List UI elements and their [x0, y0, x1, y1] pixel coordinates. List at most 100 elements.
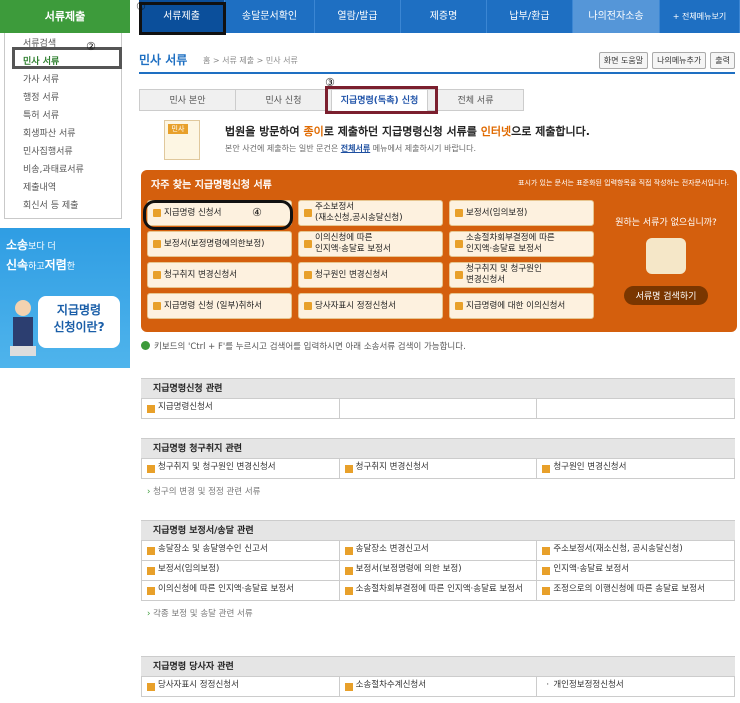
freq-btn-ordered-correction[interactable]: 보정서(보정명령에의한보정) [147, 231, 292, 257]
doc-link[interactable]: 주소보정서(재소신청, 공시송달신청) [537, 541, 735, 561]
doc-link[interactable]: 조정으로의 이행신청에 따른 송달료 보정서 [537, 581, 735, 601]
search-document-button[interactable]: 서류명 검색하기 [623, 286, 709, 305]
notice-text-paper: 종이 [303, 125, 324, 138]
doc-link[interactable]: 청구취지 및 청구원인 변경신청서 [142, 459, 340, 479]
banner-bubble-line2: 신청이란? [53, 320, 105, 334]
banner-word-suffix: 한 [66, 262, 76, 272]
freq-btn-withdrawal[interactable]: 지급명령 신청 (일부)취하서 [147, 293, 292, 319]
annotation-1: ① [136, 0, 146, 13]
section-title: 지급명령 당사자 관련 [141, 656, 735, 676]
doc-link[interactable]: 보정서(보정명령에 의한 보정) [339, 561, 538, 581]
section-table: 지급명령신청서 [141, 398, 735, 419]
doc-link[interactable]: 인지액·송달료 보정서 [537, 561, 735, 581]
notice-sub-b: 메뉴에서 제출하시기 바랍니다. [370, 144, 477, 153]
sidebar-item-family[interactable]: 가사 서류 [5, 71, 121, 89]
highlight-box-2 [12, 47, 122, 69]
tab-civil-main[interactable]: 민사 본안 [139, 89, 236, 111]
doc-link[interactable]: 송달장소 및 송달영수인 신고서 [142, 541, 340, 561]
freq-btn-referral-fee-correction[interactable]: 소송절차회부결정에 따른 인지액·송달료 보정서 [449, 231, 594, 257]
hint-icon [141, 341, 150, 350]
empty-cell [537, 399, 735, 419]
section-party: 지급명령 당사자 관련 당사자표시 정정신청서 소송절차수계신청서 개인정보정정… [141, 656, 735, 697]
search-hint-text: 키보드의 'Ctrl + F'를 누르시고 검색어를 입력하시면 아래 소송서류… [154, 342, 466, 352]
sidebar-item-history[interactable]: 제출내역 [5, 179, 121, 197]
doc-link[interactable]: 청구원인 변경신청서 [537, 459, 735, 479]
banner-word-lawsuit: 소송 [6, 238, 29, 252]
freq-btn-purport-and-cause-change[interactable]: 청구취지 및 청구원인 변경신청서 [449, 262, 594, 288]
annotation-3: ③ [325, 76, 335, 89]
sidebar-item-reply[interactable]: 회신서 등 제출 [5, 197, 121, 215]
notice-text-internet: 인터넷 [480, 125, 512, 138]
doc-link[interactable]: 소송절차수계신청서 [339, 677, 538, 697]
doc-link[interactable]: 지급명령신청서 [142, 399, 340, 419]
annotation-2: ② [86, 40, 96, 53]
notice-sub-a: 본안 사건에 제출하는 일반 문건은 [225, 144, 341, 153]
nav-delivery-check[interactable]: 송달문서확인 [225, 0, 315, 33]
frequent-documents-panel: 자주 찾는 지급명령신청 서류 표시가 있는 문서는 표준화된 입력항목을 직접… [141, 170, 737, 332]
more-link[interactable]: 각종 보정 및 송달 관련 서류 [141, 607, 735, 619]
notice-text-a: 법원을 방문하여 [225, 125, 304, 138]
left-sidebar: 서류제출 서류검색 민사 서류 가사 서류 행정 서류 특허 서류 회생파산 서… [0, 0, 130, 368]
nav-my-ecase[interactable]: 나의전자소송 [573, 0, 660, 33]
freq-btn-address-correction[interactable]: 주소보정서 (재소신청,공시송달신청) [298, 200, 443, 226]
tab-civil-application[interactable]: 민사 신청 [235, 89, 332, 111]
freq-btn-voluntary-correction[interactable]: 보정서(임의보정) [449, 200, 594, 226]
person-icon [10, 300, 36, 356]
nav-certificates[interactable]: 제증명 [401, 0, 487, 33]
sidebar-item-admin[interactable]: 행정 서류 [5, 89, 121, 107]
help-button[interactable]: 화면 도움말 [598, 52, 649, 69]
all-documents-link[interactable]: 전체서류 [341, 144, 370, 153]
banner-word-cheap: 저렴 [44, 258, 67, 272]
banner-word-and: 하고 [28, 262, 45, 272]
print-button[interactable]: 출력 [710, 52, 735, 69]
doc-link[interactable]: 당사자표시 정정신청서 [142, 677, 340, 697]
doc-link[interactable]: 개인정보정정신청서 [537, 677, 735, 697]
notice-headline: 법원을 방문하여 종이로 제출하던 지급명령신청 서류를 인터넷으로 제출합니다… [225, 123, 590, 139]
freq-btn-objection[interactable]: 지급명령에 대한 이의신청서 [449, 293, 594, 319]
page-title: 민사 서류 [139, 53, 188, 67]
section-table: 당사자표시 정정신청서 소송절차수계신청서 개인정보정정신청서 [141, 676, 735, 697]
civil-icon-label: 민사 [168, 124, 188, 134]
section-claim-purport: 지급명령 청구취지 관련 청구취지 및 청구원인 변경신청서 청구취지 변경신청… [141, 438, 735, 497]
document-search-icon [646, 238, 686, 274]
doc-link[interactable]: 이의신청에 따른 인지액·송달료 보정서 [142, 581, 340, 601]
nav-all-menu[interactable]: + 전체메뉴보기 [660, 0, 740, 33]
breadcrumb: 홈 > 서류 제출 > 민사 서류 [203, 56, 298, 65]
nav-view-issue[interactable]: 열람/발급 [315, 0, 401, 33]
section-title: 지급명령 보정서/송달 관련 [141, 520, 735, 540]
nav-payment-refund[interactable]: 납부/환급 [487, 0, 573, 33]
section-table: 송달장소 및 송달영수인 신고서 송달장소 변경신고서 주소보정서(재소신청, … [141, 540, 735, 601]
section-correction-delivery: 지급명령 보정서/송달 관련 송달장소 및 송달영수인 신고서 송달장소 변경신… [141, 520, 735, 619]
civil-document-icon: 민사 [164, 120, 200, 160]
freq-btn-party-correction[interactable]: 당사자표시 정정신청서 [298, 293, 443, 319]
freq-btn-objection-fee-correction[interactable]: 이의신청에 따른 인지액·송달료 보정서 [298, 231, 443, 257]
doc-link[interactable]: 청구취지 변경신청서 [339, 459, 538, 479]
section-title: 지급명령 청구취지 관련 [141, 438, 735, 458]
page-tools: 화면 도움말 나의메뉴추가 출력 [598, 52, 735, 69]
sidebar-item-execution[interactable]: 민사집행서류 [5, 143, 121, 161]
sidebar-item-noncontentious[interactable]: 비송,과태료서류 [5, 161, 121, 179]
payment-order-banner[interactable]: 소송보다 더 신속하고저렴한 지급명령 신청이란? [0, 228, 130, 368]
freq-btn-claim-purport-change[interactable]: 청구취지 변경신청서 [147, 262, 292, 288]
banner-word-than: 보다 더 [28, 242, 56, 252]
doc-link[interactable]: 소송절차회부결정에 따른 인지액·송달료 보정서 [339, 581, 538, 601]
empty-cell [339, 399, 538, 419]
search-promo-question: 원하는 서류가 없으십니까? [615, 218, 717, 228]
more-link[interactable]: 청구의 변경 및 정정 관련 서류 [141, 485, 735, 497]
banner-word-quick: 신속 [6, 258, 29, 272]
top-navigation: 서류제출 송달문서확인 열람/발급 제증명 납부/환급 나의전자소송 + 전체메… [139, 0, 740, 33]
sidebar-item-patent[interactable]: 특허 서류 [5, 107, 121, 125]
title-divider [139, 72, 735, 74]
freq-btn-claim-cause-change[interactable]: 청구원인 변경신청서 [298, 262, 443, 288]
document-search-promo: 원하는 서류가 없으십니까? 서류명 검색하기 [601, 200, 731, 325]
highlight-box-3 [325, 86, 438, 114]
sidebar-item-bankruptcy[interactable]: 회생파산 서류 [5, 125, 121, 143]
highlight-box-1 [139, 2, 226, 35]
add-my-menu-button[interactable]: 나의메뉴추가 [652, 52, 707, 69]
tab-all-documents[interactable]: 전체 서류 [427, 89, 524, 111]
notice-text-c: 로 제출하던 지급명령신청 서류를 [323, 125, 481, 138]
annotation-4: ④ [252, 206, 262, 219]
doc-link[interactable]: 보정서(임의보정) [142, 561, 340, 581]
doc-link[interactable]: 송달장소 변경신고서 [339, 541, 538, 561]
sidebar-title: 서류제출 [0, 0, 130, 33]
